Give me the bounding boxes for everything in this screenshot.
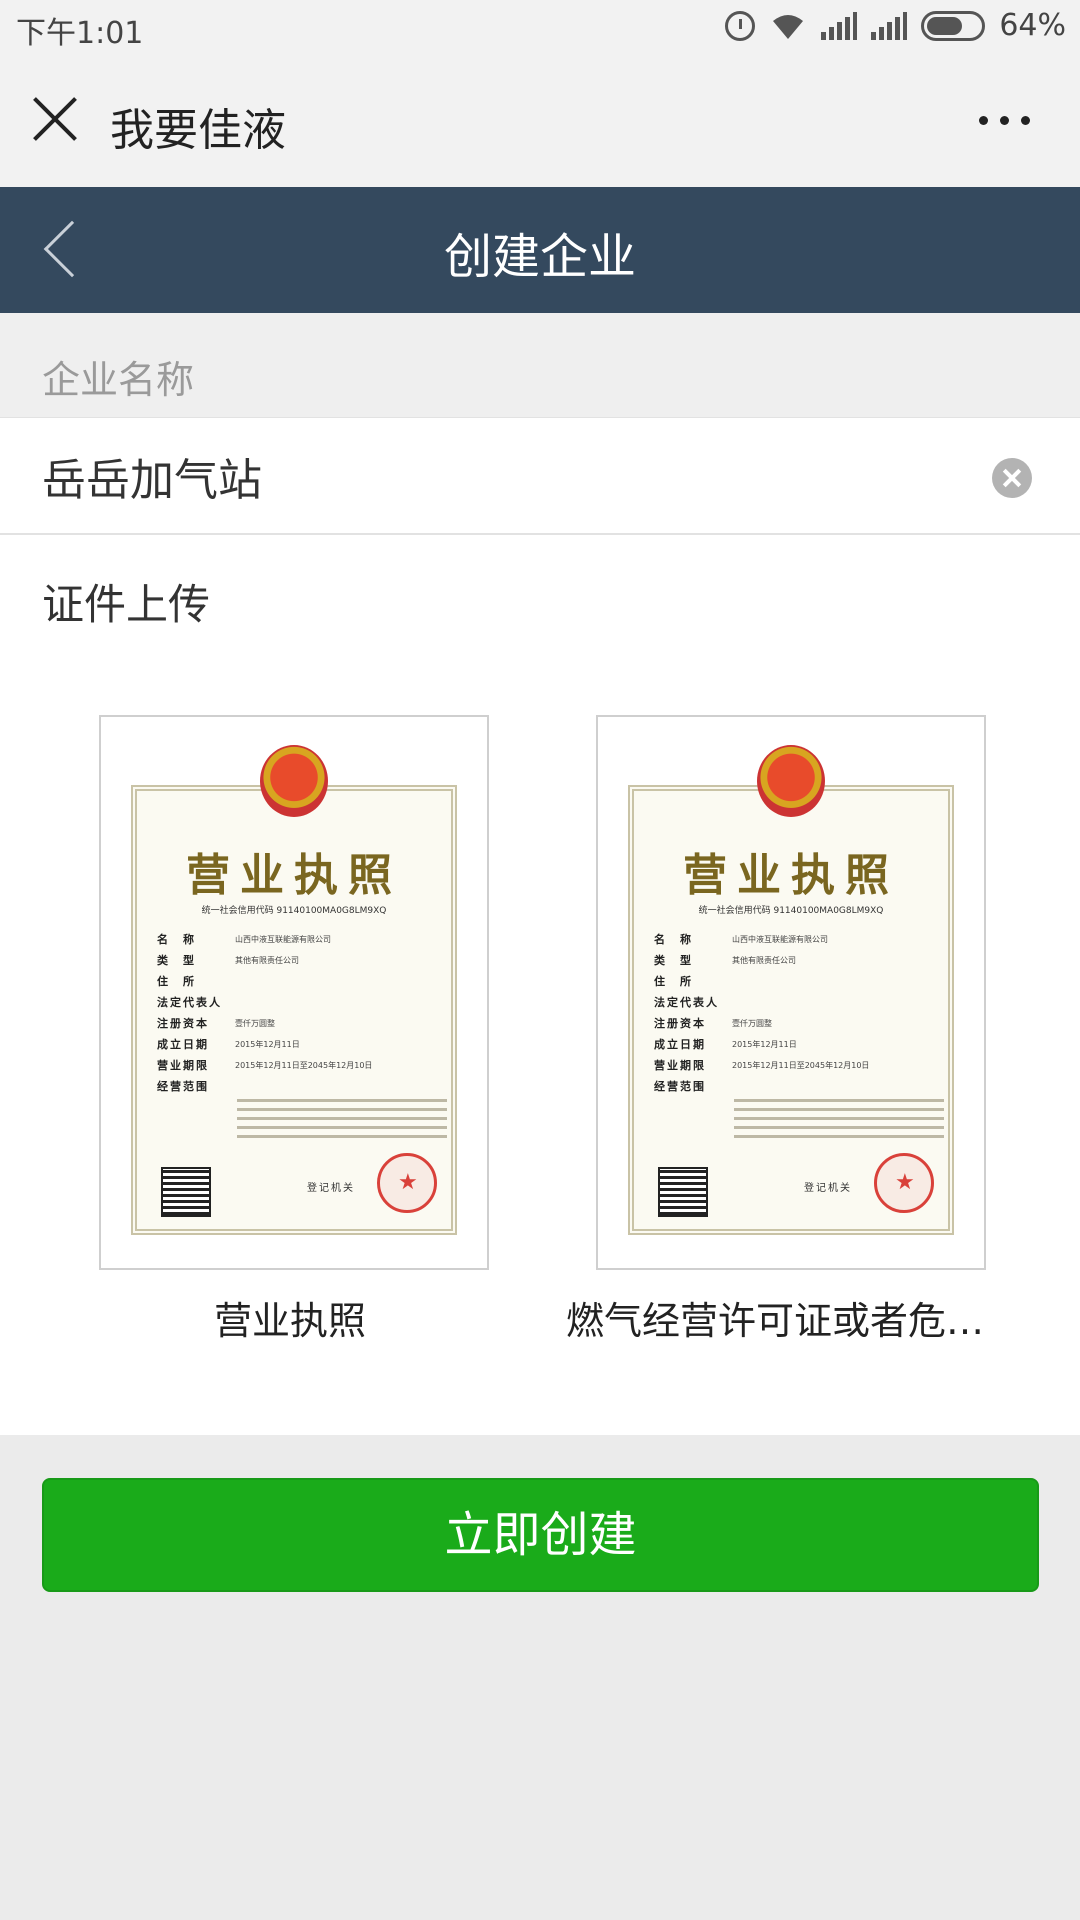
certificate-title: 营业执照: [186, 850, 402, 901]
certificate-scope-text: [237, 1099, 447, 1144]
certificate-rows: 名 称山西中液互联能源有限公司 类 型其他有限责任公司 住 所 法定代表人 注册…: [157, 929, 437, 1097]
business-license-upload[interactable]: 营业执照 统一社会信用代码 91140100MA0G8LM9XQ 名 称山西中液…: [99, 715, 489, 1270]
registration-authority-label: 登记机关: [307, 1183, 355, 1194]
battery-percent: 64%: [999, 8, 1066, 43]
title-bar: 我要佳液: [0, 56, 1080, 187]
certificate-row: 注册资本 壹仟万圆整: [654, 1017, 772, 1030]
certificate-row: 类 型其他有限责任公司: [157, 954, 299, 967]
certificate-row: 法定代表人: [654, 996, 719, 1009]
status-bar: 下午1:01 64%: [0, 0, 1080, 56]
certificate-code: 统一社会信用代码 91140100MA0G8LM9XQ: [698, 906, 884, 916]
close-icon[interactable]: [30, 94, 80, 144]
alarm-icon: [725, 10, 756, 41]
certificate-row: 注册资本 壹仟万圆整: [157, 1017, 275, 1030]
gas-permit-upload[interactable]: 营业执照 统一社会信用代码 91140100MA0G8LM9XQ 名 称山西中液…: [596, 715, 986, 1270]
page-title: 创建企业: [443, 229, 636, 285]
certificate-row: 法定代表人: [157, 996, 222, 1009]
gas-permit-caption: 燃气经营许可证或者危化...: [566, 1299, 1016, 1343]
certificate-rows: 名 称山西中液互联能源有限公司 类 型其他有限责任公司 住 所 法定代表人 注册…: [654, 929, 934, 1097]
nav-header: 创建企业: [0, 187, 1080, 313]
app-title: 我要佳液: [110, 105, 286, 156]
upload-title: 证件上传: [42, 580, 211, 629]
certificate-row: 经营范围: [654, 1080, 706, 1093]
wifi-icon: [769, 11, 807, 41]
signal-icon: [821, 11, 858, 40]
certificate-title: 营业执照: [683, 850, 899, 901]
status-icons: 64%: [725, 8, 1066, 43]
certificate-image: 营业执照 统一社会信用代码 91140100MA0G8LM9XQ 名 称山西中液…: [628, 745, 954, 1235]
create-button[interactable]: 立即创建: [42, 1478, 1039, 1592]
certificate-row: 营业期限 2015年12月11日至2045年12月10日: [654, 1059, 870, 1072]
upload-section: 证件上传 营业执照 统一社会信用代码 91140100MA0G8LM9XQ 名 …: [0, 535, 1080, 1435]
status-time: 下午1:01: [16, 16, 144, 51]
certificate-row: 类 型其他有限责任公司: [654, 954, 796, 967]
company-name-label: 企业名称: [42, 358, 195, 402]
official-seal-icon: [377, 1153, 437, 1213]
certificate-row: 名 称山西中液互联能源有限公司: [654, 933, 828, 946]
national-emblem-icon: [260, 745, 328, 817]
certificate-code: 统一社会信用代码 91140100MA0G8LM9XQ: [201, 906, 387, 916]
company-name-section: 企业名称: [0, 313, 1080, 417]
certificate-row: 成立日期 2015年12月11日: [654, 1038, 797, 1051]
qr-code-icon: [658, 1167, 708, 1217]
certificate-image: 营业执照 统一社会信用代码 91140100MA0G8LM9XQ 名 称山西中液…: [131, 745, 457, 1235]
national-emblem-icon: [757, 745, 825, 817]
certificate-scope-text: [734, 1099, 944, 1144]
certificate-row: 住 所: [654, 975, 693, 988]
certificate-row: 营业期限 2015年12月11日至2045年12月10日: [157, 1059, 373, 1072]
signal-icon: [871, 11, 908, 40]
clear-icon[interactable]: [992, 458, 1032, 498]
certificate-row: 经营范围: [157, 1080, 209, 1093]
certificate-row: 住 所: [157, 975, 196, 988]
company-name-input[interactable]: [42, 440, 942, 512]
official-seal-icon: [874, 1153, 934, 1213]
battery-icon: [921, 10, 986, 41]
company-name-row: [0, 417, 1080, 535]
registration-authority-label: 登记机关: [804, 1183, 852, 1194]
certificate-row: 成立日期 2015年12月11日: [157, 1038, 300, 1051]
qr-code-icon: [161, 1167, 211, 1217]
business-license-caption: 营业执照: [213, 1299, 366, 1343]
certificate-row: 名 称山西中液互联能源有限公司: [157, 933, 331, 946]
more-icon[interactable]: [979, 116, 1030, 125]
